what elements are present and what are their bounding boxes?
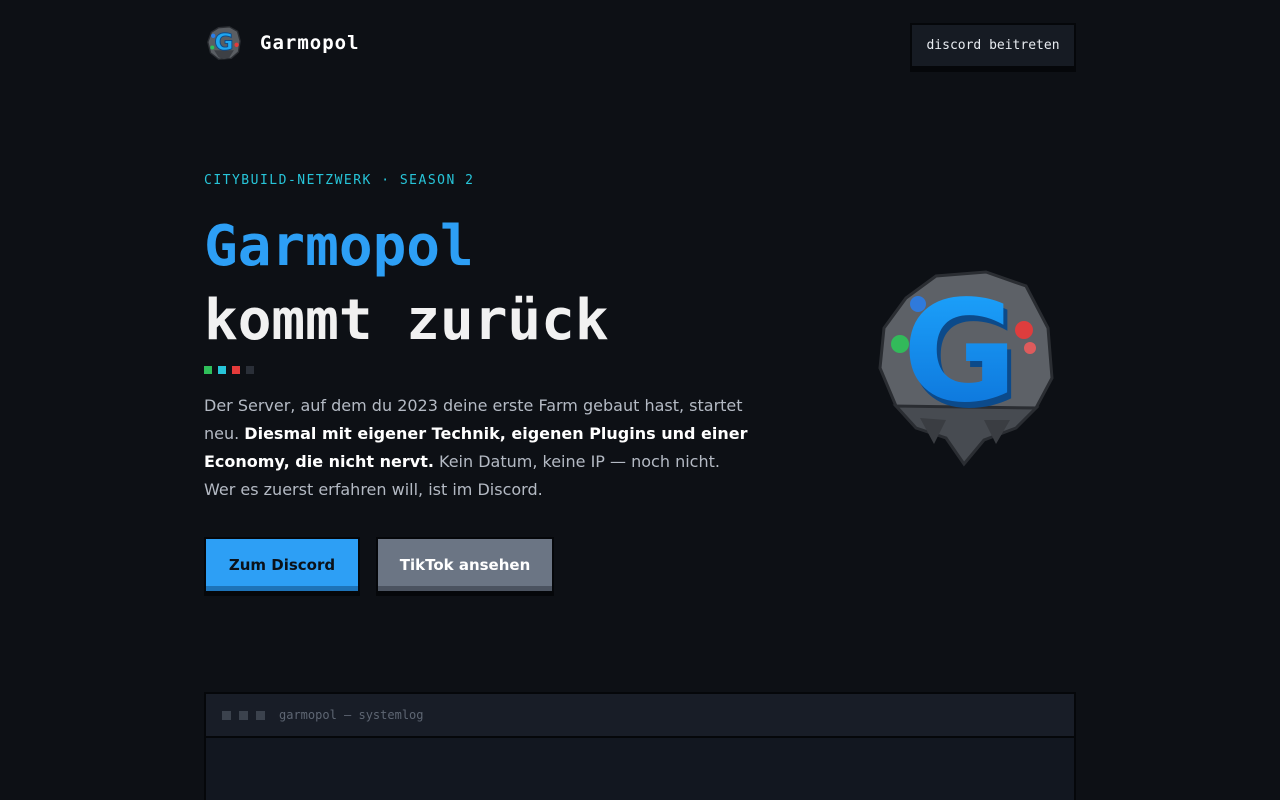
dot-dark bbox=[246, 366, 254, 374]
terminal-square-icon bbox=[222, 710, 231, 720]
systemlog-terminal: garmopol — systemlog bbox=[204, 692, 1076, 800]
dot-green bbox=[204, 366, 212, 374]
headline-line-1: Garmopol bbox=[204, 214, 474, 279]
hero-lead: Der Server, auf dem du 2023 deine erste … bbox=[204, 392, 752, 504]
tiktok-button[interactable]: TikTok ansehen bbox=[376, 537, 554, 593]
headline-line-2: kommt zurück bbox=[204, 288, 609, 353]
garmopol-emblem-icon: G G bbox=[878, 270, 1054, 467]
dot-red bbox=[232, 366, 240, 374]
terminal-square-icon bbox=[256, 710, 265, 720]
color-dots bbox=[204, 366, 254, 374]
terminal-titlebar: garmopol — systemlog bbox=[206, 694, 1074, 738]
brand[interactable]: G Garmopol bbox=[206, 24, 360, 62]
dot-cyan bbox=[218, 366, 226, 374]
hero-headline: Garmopol kommt zurück bbox=[204, 210, 609, 358]
svg-text:G: G bbox=[214, 28, 233, 56]
terminal-title: garmopol — systemlog bbox=[279, 708, 424, 722]
discord-button[interactable]: Zum Discord bbox=[204, 537, 360, 593]
garmopol-logo-icon: G bbox=[207, 26, 241, 60]
terminal-square-icon bbox=[239, 710, 248, 720]
svg-text:G: G bbox=[903, 271, 1018, 434]
hero-eyebrow: CITYBUILD-NETZWERK · SEASON 2 bbox=[204, 173, 475, 188]
brand-name: Garmopol bbox=[260, 32, 360, 54]
discord-join-button[interactable]: discord beitreten bbox=[910, 23, 1076, 68]
